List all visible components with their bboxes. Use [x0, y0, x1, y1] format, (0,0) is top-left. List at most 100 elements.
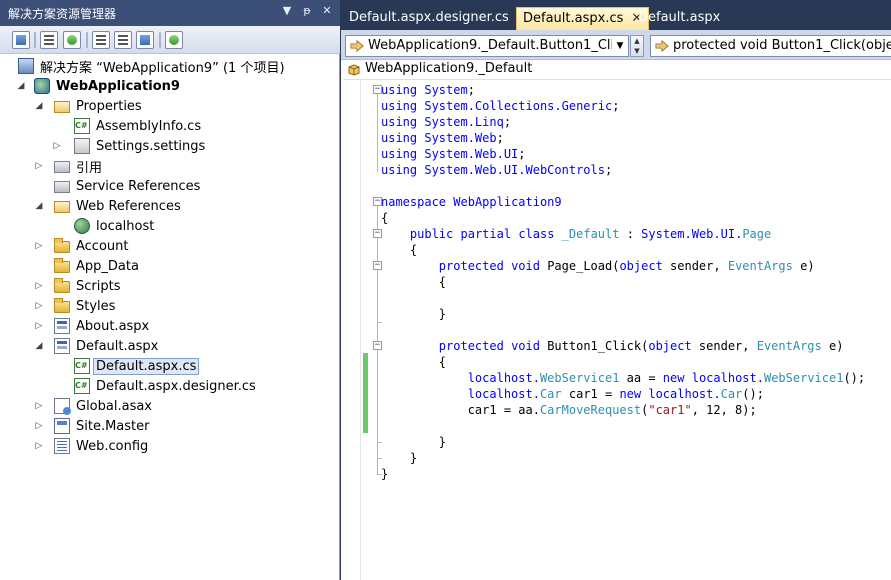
- code-line[interactable]: protected void Page_Load(object sender, …: [381, 258, 865, 274]
- spin-down-icon[interactable]: ▼: [631, 46, 643, 56]
- tree-node-web-config[interactable]: ▷ Web.config: [36, 436, 151, 456]
- code-type: _Default: [561, 227, 620, 241]
- tree-node-default-aspx-cs[interactable]: Default.aspx.cs: [56, 356, 200, 376]
- code-text[interactable]: using System; using System.Collections.Ge…: [381, 82, 865, 482]
- settings-file-icon: [74, 138, 90, 154]
- code-line[interactable]: localhost.Car car1 = new localhost.Car()…: [381, 386, 865, 402]
- tab-default-aspx-cs[interactable]: Default.aspx.cs ✕: [516, 7, 650, 30]
- view-designer-icon[interactable]: [114, 31, 132, 49]
- collapse-arrow-icon[interactable]: ▷: [34, 421, 44, 431]
- chevron-down-icon[interactable]: ▼: [612, 36, 628, 56]
- tree-node-web-references[interactable]: ◢ Web References: [36, 196, 184, 216]
- tree-node-styles[interactable]: ▷ Styles: [36, 296, 118, 316]
- code-keyword: new: [619, 387, 642, 401]
- tree-node-default-designer-cs[interactable]: Default.aspx.designer.cs: [56, 376, 259, 396]
- code-line[interactable]: [381, 178, 865, 194]
- tree-node-about-aspx[interactable]: ▷ About.aspx: [36, 316, 152, 336]
- code-line[interactable]: using System.Web;: [381, 130, 865, 146]
- folder-open-icon: [54, 101, 70, 113]
- csharp-file-icon: [74, 378, 90, 394]
- tree-node-app-data[interactable]: App_Data: [36, 256, 142, 276]
- signature-dropdown[interactable]: protected void Button1_Click(object se: [650, 35, 891, 57]
- code-line[interactable]: using System.Collections.Generic;: [381, 98, 865, 114]
- code-line[interactable]: {: [381, 210, 865, 226]
- code-line[interactable]: }: [381, 434, 865, 450]
- collapse-arrow-icon[interactable]: ▷: [34, 321, 44, 331]
- method-icon: [350, 39, 364, 53]
- refresh-icon[interactable]: [63, 31, 81, 49]
- auto-hide-pin-icon[interactable]: ᵽ: [300, 4, 314, 17]
- code-line[interactable]: {: [381, 242, 865, 258]
- expand-arrow-icon[interactable]: ◢: [34, 341, 44, 351]
- code-line[interactable]: using System.Web.UI;: [381, 146, 865, 162]
- collapse-arrow-icon[interactable]: ▷: [52, 141, 62, 151]
- code-keyword: localhost.: [467, 371, 540, 385]
- code-line[interactable]: localhost.WebService1 aa = new localhost…: [381, 370, 865, 386]
- code-token: ;: [604, 163, 613, 177]
- spin-up-icon[interactable]: ▲: [631, 36, 643, 46]
- code-line[interactable]: namespace WebApplication9: [381, 194, 865, 210]
- tree-node-label: Service References: [76, 178, 201, 194]
- collapse-arrow-icon[interactable]: ▷: [34, 401, 44, 411]
- expand-arrow-icon[interactable]: ◢: [16, 81, 26, 91]
- tab-label: Default.aspx: [638, 10, 721, 25]
- tree-node-scripts[interactable]: ▷ Scripts: [36, 276, 123, 296]
- window-position-dropdown-icon[interactable]: ▼: [280, 4, 294, 17]
- code-token: Button1_Click(: [539, 339, 649, 353]
- code-line[interactable]: using System.Web.UI.WebControls;: [381, 162, 865, 178]
- collapse-arrow-icon[interactable]: ▷: [34, 281, 44, 291]
- aspnet-config-icon[interactable]: [165, 31, 183, 49]
- tree-node-service-references[interactable]: Service References: [36, 176, 203, 196]
- collapse-arrow-icon[interactable]: ▷: [34, 241, 44, 251]
- tab-default-aspx-designer-cs[interactable]: Default.aspx.designer.cs: [343, 7, 515, 30]
- code-line[interactable]: [381, 322, 865, 338]
- properties-icon[interactable]: [12, 31, 30, 49]
- code-line[interactable]: }: [381, 466, 865, 482]
- code-editor[interactable]: WebApplication9._Default − − − − − using…: [341, 60, 891, 580]
- tree-node-label: Account: [76, 238, 129, 254]
- tree-node-references[interactable]: ▷ 引用: [36, 156, 105, 176]
- expand-arrow-icon[interactable]: ◢: [34, 201, 44, 211]
- collapse-arrow-icon[interactable]: ▷: [34, 301, 44, 311]
- tree-node-site-master[interactable]: ▷ Site.Master: [36, 416, 153, 436]
- expand-arrow-icon[interactable]: ◢: [34, 101, 44, 111]
- code-line[interactable]: car1 = aa.CarMoveRequest("car1", 12, 8);: [381, 402, 865, 418]
- code-type: Car: [720, 387, 743, 401]
- tree-node-project[interactable]: ◢ WebApplication9: [18, 76, 183, 96]
- code-type: EventArgs: [727, 259, 793, 273]
- show-all-files-icon[interactable]: [40, 31, 58, 49]
- code-line[interactable]: public partial class _Default : System.W…: [381, 226, 865, 242]
- collapse-arrow-icon[interactable]: ▷: [34, 441, 44, 451]
- view-code-icon[interactable]: [92, 31, 110, 49]
- tree-node-localhost[interactable]: localhost: [56, 216, 157, 236]
- code-line[interactable]: [381, 418, 865, 434]
- tree-node-global-asax[interactable]: ▷ Global.asax: [36, 396, 155, 416]
- tree-node-label: Default.aspx.cs: [93, 357, 200, 375]
- tree-node-settings[interactable]: ▷ Settings.settings: [54, 136, 208, 156]
- code-line[interactable]: protected void Button1_Click(object send…: [381, 338, 865, 354]
- class-breadcrumb[interactable]: WebApplication9._Default: [343, 60, 891, 80]
- toolbar-separator: [34, 32, 36, 48]
- code-line[interactable]: }: [381, 450, 865, 466]
- code-line[interactable]: using System.Linq;: [381, 114, 865, 130]
- code-line[interactable]: }: [381, 306, 865, 322]
- tree-node-default-aspx[interactable]: ◢ Default.aspx: [36, 336, 161, 356]
- tab-default-aspx[interactable]: Default.aspx: [632, 7, 726, 30]
- tree-node-account[interactable]: ▷ Account: [36, 236, 132, 256]
- code-keyword: System.Web.UI.: [641, 227, 743, 241]
- code-line[interactable]: [381, 290, 865, 306]
- member-dropdown[interactable]: WebApplication9._Default.Button1_Click ▼: [345, 35, 629, 57]
- tree-node-label: About.aspx: [76, 318, 150, 334]
- tree-node-properties[interactable]: ◢ Properties: [36, 96, 145, 116]
- close-icon[interactable]: ✕: [320, 4, 334, 17]
- code-line[interactable]: {: [381, 274, 865, 290]
- code-line[interactable]: {: [381, 354, 865, 370]
- tree-node-solution[interactable]: 解决方案 “WebApplication9” (1 个项目): [18, 56, 288, 76]
- references-icon: [54, 161, 70, 173]
- nav-spin-button[interactable]: ▲ ▼: [630, 35, 644, 57]
- copy-website-icon[interactable]: [136, 31, 154, 49]
- collapse-arrow-icon[interactable]: ▷: [34, 161, 44, 171]
- code-line[interactable]: using System;: [381, 82, 865, 98]
- tree-node-label: Global.asax: [76, 398, 153, 414]
- tree-node-assemblyinfo[interactable]: AssemblyInfo.cs: [56, 116, 204, 136]
